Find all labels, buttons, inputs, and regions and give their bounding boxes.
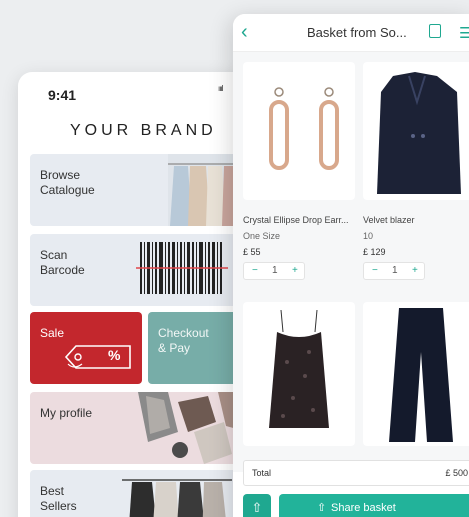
blazer-image bbox=[377, 72, 461, 194]
upload-icon: ⇧ bbox=[251, 500, 263, 515]
product-card[interactable] bbox=[363, 62, 469, 200]
hangers-image bbox=[122, 479, 232, 517]
minus-button[interactable]: − bbox=[252, 265, 258, 276]
best-sellers-tile[interactable]: Best Sellers bbox=[30, 470, 248, 517]
tile-label: Sale bbox=[40, 326, 65, 340]
product-size: 10 bbox=[363, 231, 374, 241]
accessories-image bbox=[138, 392, 248, 464]
product-name: Velvet blazer bbox=[363, 215, 415, 225]
quantity-value: 1 bbox=[272, 265, 278, 276]
quantity-stepper[interactable]: − 1 + bbox=[363, 262, 425, 280]
chevron-left-icon[interactable]: ‹ bbox=[241, 21, 248, 44]
product-card[interactable] bbox=[363, 302, 469, 446]
basket-screen: ‹ Basket from So... ☰ Crystal Ellipse Dr… bbox=[233, 14, 469, 517]
tile-label: Checkout & Pay bbox=[158, 326, 209, 355]
basket-total: Total £ 500 bbox=[243, 460, 469, 486]
product-card[interactable] bbox=[243, 302, 355, 446]
trousers-image bbox=[389, 308, 453, 442]
quantity-value: 1 bbox=[392, 265, 398, 276]
total-value: £ 500 bbox=[445, 468, 468, 478]
quantity-stepper[interactable]: − 1 + bbox=[243, 262, 305, 280]
share-icon: ⇧ bbox=[317, 502, 327, 514]
product-price: £ 55 bbox=[243, 247, 261, 257]
plus-button[interactable]: + bbox=[292, 265, 298, 276]
scan-barcode-tile[interactable]: Scan Barcode bbox=[30, 234, 248, 306]
sequin-top-image bbox=[269, 309, 329, 428]
basket-header: ‹ Basket from So... ☰ bbox=[233, 14, 469, 52]
tile-label: Best Sellers bbox=[40, 484, 77, 513]
browse-catalogue-tile[interactable]: Browse Catalogue bbox=[30, 154, 248, 226]
product-name: Crystal Ellipse Drop Earr... bbox=[243, 215, 349, 225]
my-profile-tile[interactable]: My profile bbox=[30, 392, 248, 464]
signal-icon: ıııl bbox=[218, 84, 224, 93]
status-time: 9:41 bbox=[48, 87, 77, 103]
tile-label: My profile bbox=[40, 406, 93, 420]
brand-app-screen: 9:41 ıııl YOUR BRAND Browse Catalogue Sc… bbox=[18, 72, 248, 517]
share-basket-label: Share basket bbox=[331, 502, 396, 514]
tile-label: Browse Catalogue bbox=[40, 168, 95, 197]
total-label: Total bbox=[252, 468, 272, 478]
barcode-icon bbox=[136, 242, 228, 294]
trash-icon[interactable] bbox=[429, 24, 441, 38]
product-price: £ 129 bbox=[363, 247, 386, 257]
sale-percent-badge: % bbox=[108, 347, 121, 363]
share-basket-button[interactable]: ⇧ Share basket bbox=[279, 494, 469, 517]
earrings-image bbox=[269, 87, 339, 170]
price-tag-icon bbox=[64, 345, 131, 369]
minus-button[interactable]: − bbox=[372, 265, 378, 276]
basket-title: Basket from So... bbox=[307, 25, 407, 40]
sale-tile[interactable]: Sale % bbox=[30, 312, 142, 384]
tile-label: Scan Barcode bbox=[40, 248, 85, 277]
upload-button[interactable]: ⇧ bbox=[243, 494, 271, 517]
brand-title: YOUR BRAND bbox=[70, 122, 217, 139]
product-card[interactable] bbox=[243, 62, 355, 200]
product-size: One Size bbox=[243, 231, 281, 241]
menu-icon[interactable]: ☰ bbox=[459, 24, 469, 42]
plus-button[interactable]: + bbox=[412, 265, 418, 276]
